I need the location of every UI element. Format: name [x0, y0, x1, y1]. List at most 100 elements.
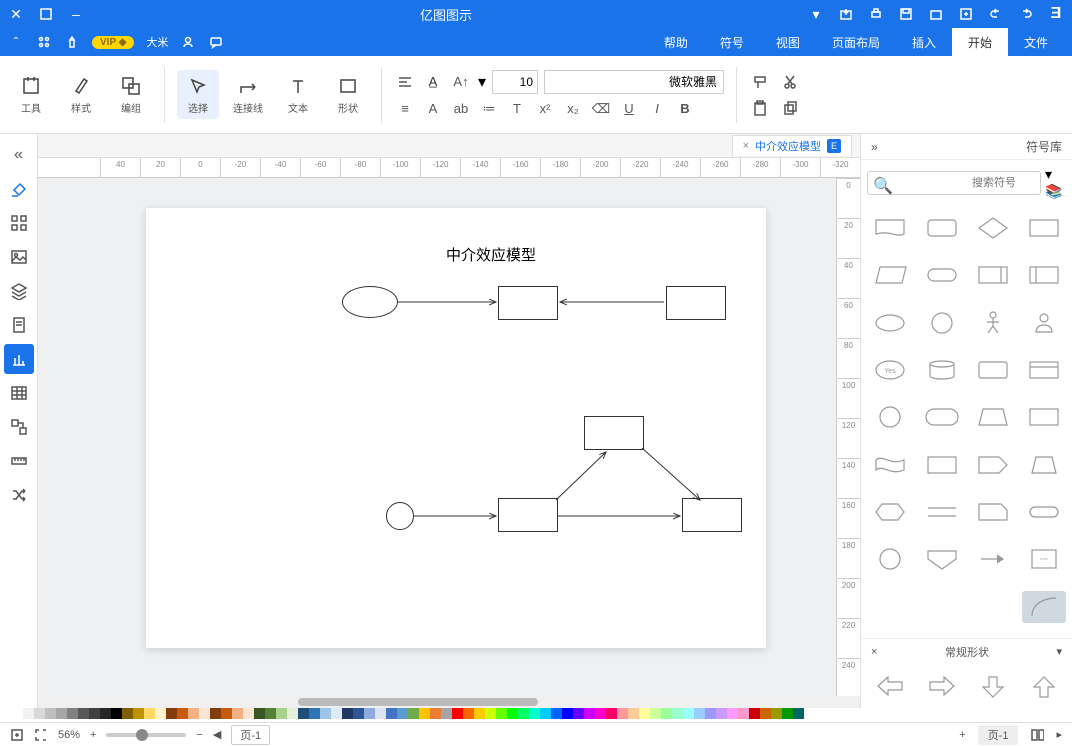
color-swatch[interactable]	[430, 708, 441, 719]
shape-circle2[interactable]	[868, 401, 912, 433]
underline-icon[interactable]: U	[618, 98, 640, 120]
chart-icon[interactable]	[4, 344, 34, 374]
shape-card[interactable]	[971, 354, 1015, 386]
apps-icon[interactable]	[36, 34, 52, 50]
color-swatch[interactable]	[56, 708, 67, 719]
color-swatch[interactable]	[452, 708, 463, 719]
color-swatch[interactable]	[584, 708, 595, 719]
color-swatch[interactable]	[23, 708, 34, 719]
color-swatch[interactable]	[364, 708, 375, 719]
grid-icon[interactable]	[4, 208, 34, 238]
shape-pill[interactable]	[920, 259, 964, 291]
arrow-down[interactable]	[971, 670, 1015, 702]
color-swatch[interactable]	[133, 708, 144, 719]
color-swatch[interactable]	[628, 708, 639, 719]
user-icon[interactable]	[180, 34, 196, 50]
color-swatch[interactable]	[507, 708, 518, 719]
shape-rect[interactable]	[1022, 212, 1066, 244]
shape-circle-1[interactable]	[386, 502, 414, 530]
clear-format-icon[interactable]: ⌫	[590, 98, 612, 120]
chat-icon[interactable]	[208, 34, 224, 50]
case-icon[interactable]: T	[506, 98, 528, 120]
shape-db[interactable]	[1022, 259, 1066, 291]
color-swatch[interactable]	[705, 708, 716, 719]
shape-yes[interactable]: Yes	[868, 354, 912, 386]
shape-rect-3[interactable]	[584, 416, 644, 450]
tab-file[interactable]: 文件	[1008, 28, 1064, 57]
color-swatch[interactable]	[650, 708, 661, 719]
tab-help[interactable]: 帮助	[648, 28, 704, 57]
redo-icon[interactable]	[1018, 6, 1034, 22]
color-swatch[interactable]	[34, 708, 45, 719]
superscript-icon[interactable]: x²	[534, 98, 556, 120]
color-swatch[interactable]	[474, 708, 485, 719]
color-swatch[interactable]	[221, 708, 232, 719]
color-swatch[interactable]	[144, 708, 155, 719]
color-swatch[interactable]	[232, 708, 243, 719]
vip-badge[interactable]: VIP ◆	[92, 36, 134, 49]
color-swatch[interactable]	[155, 708, 166, 719]
shape-rect-4[interactable]	[498, 498, 558, 532]
page-indicator-right[interactable]: 页-1	[978, 725, 1019, 745]
color-swatch[interactable]	[595, 708, 606, 719]
color-swatch[interactable]	[694, 708, 705, 719]
shape-rect-1[interactable]	[498, 286, 558, 320]
pages-icon[interactable]	[1030, 728, 1044, 742]
color-swatch[interactable]	[727, 708, 738, 719]
zoom-slider[interactable]	[106, 733, 186, 737]
horizontal-scrollbar[interactable]	[38, 696, 860, 708]
color-swatch[interactable]	[331, 708, 342, 719]
copy-icon[interactable]	[779, 97, 801, 119]
dropdown-icon[interactable]: ▾	[808, 6, 824, 22]
fullscreen-icon[interactable]	[34, 728, 48, 742]
shape-circle[interactable]	[920, 307, 964, 339]
tab-insert[interactable]: 插入	[896, 28, 952, 57]
close-tab-icon[interactable]: ×	[743, 140, 749, 152]
color-swatch[interactable]	[573, 708, 584, 719]
arrow-up[interactable]	[1022, 670, 1066, 702]
color-swatch[interactable]	[716, 708, 727, 719]
color-swatch[interactable]	[287, 708, 298, 719]
collapse-right-icon[interactable]: »	[871, 140, 878, 154]
color-swatch[interactable]	[397, 708, 408, 719]
tab-view[interactable]: 视图	[760, 28, 816, 57]
ribbon-connector[interactable]: 连接线	[227, 74, 269, 115]
color-swatch[interactable]	[199, 708, 210, 719]
font-name-select[interactable]	[544, 70, 724, 94]
color-swatch[interactable]	[441, 708, 452, 719]
shape-user[interactable]	[1022, 307, 1066, 339]
chevron-up-icon[interactable]: ˆ	[8, 34, 24, 50]
theme-icon[interactable]	[64, 34, 80, 50]
cut-icon[interactable]	[779, 71, 801, 93]
arrow-right[interactable]	[920, 670, 964, 702]
undo-icon[interactable]	[988, 6, 1004, 22]
font-color-icon[interactable]: A̲	[422, 71, 444, 93]
color-swatch[interactable]	[639, 708, 650, 719]
bold-icon[interactable]: B	[674, 98, 696, 120]
canvas[interactable]: 中介效应模型	[38, 178, 836, 696]
color-swatch[interactable]	[353, 708, 364, 719]
ribbon-text[interactable]: 文本	[277, 74, 319, 115]
fit-icon[interactable]	[10, 728, 24, 742]
ribbon-select[interactable]: 选择	[177, 70, 219, 119]
shape-trap[interactable]	[971, 401, 1015, 433]
ribbon-group[interactable]: 编组	[110, 74, 152, 115]
tab-start[interactable]: 开始	[952, 28, 1008, 57]
expand-footer-icon[interactable]: ▾	[1056, 645, 1062, 658]
table-icon[interactable]	[4, 378, 34, 408]
ribbon-tools[interactable]: 工具	[10, 74, 52, 115]
line-spacing-icon[interactable]: ≡	[394, 98, 416, 120]
paste-icon[interactable]	[749, 97, 771, 119]
page-indicator-left[interactable]: 页-1	[231, 725, 270, 745]
page-icon[interactable]	[4, 310, 34, 340]
shape-ellipse-1[interactable]	[342, 286, 398, 318]
shape-cutcorner[interactable]	[971, 496, 1015, 528]
color-swatch[interactable]	[408, 708, 419, 719]
format-painter-icon[interactable]	[749, 71, 771, 93]
shape-rect3[interactable]	[920, 449, 964, 481]
color-swatch[interactable]	[122, 708, 133, 719]
ribbon-style[interactable]: 样式	[60, 74, 102, 115]
bullet-icon[interactable]: ≔	[478, 98, 500, 120]
color-swatch[interactable]	[342, 708, 353, 719]
export-icon[interactable]	[838, 6, 854, 22]
